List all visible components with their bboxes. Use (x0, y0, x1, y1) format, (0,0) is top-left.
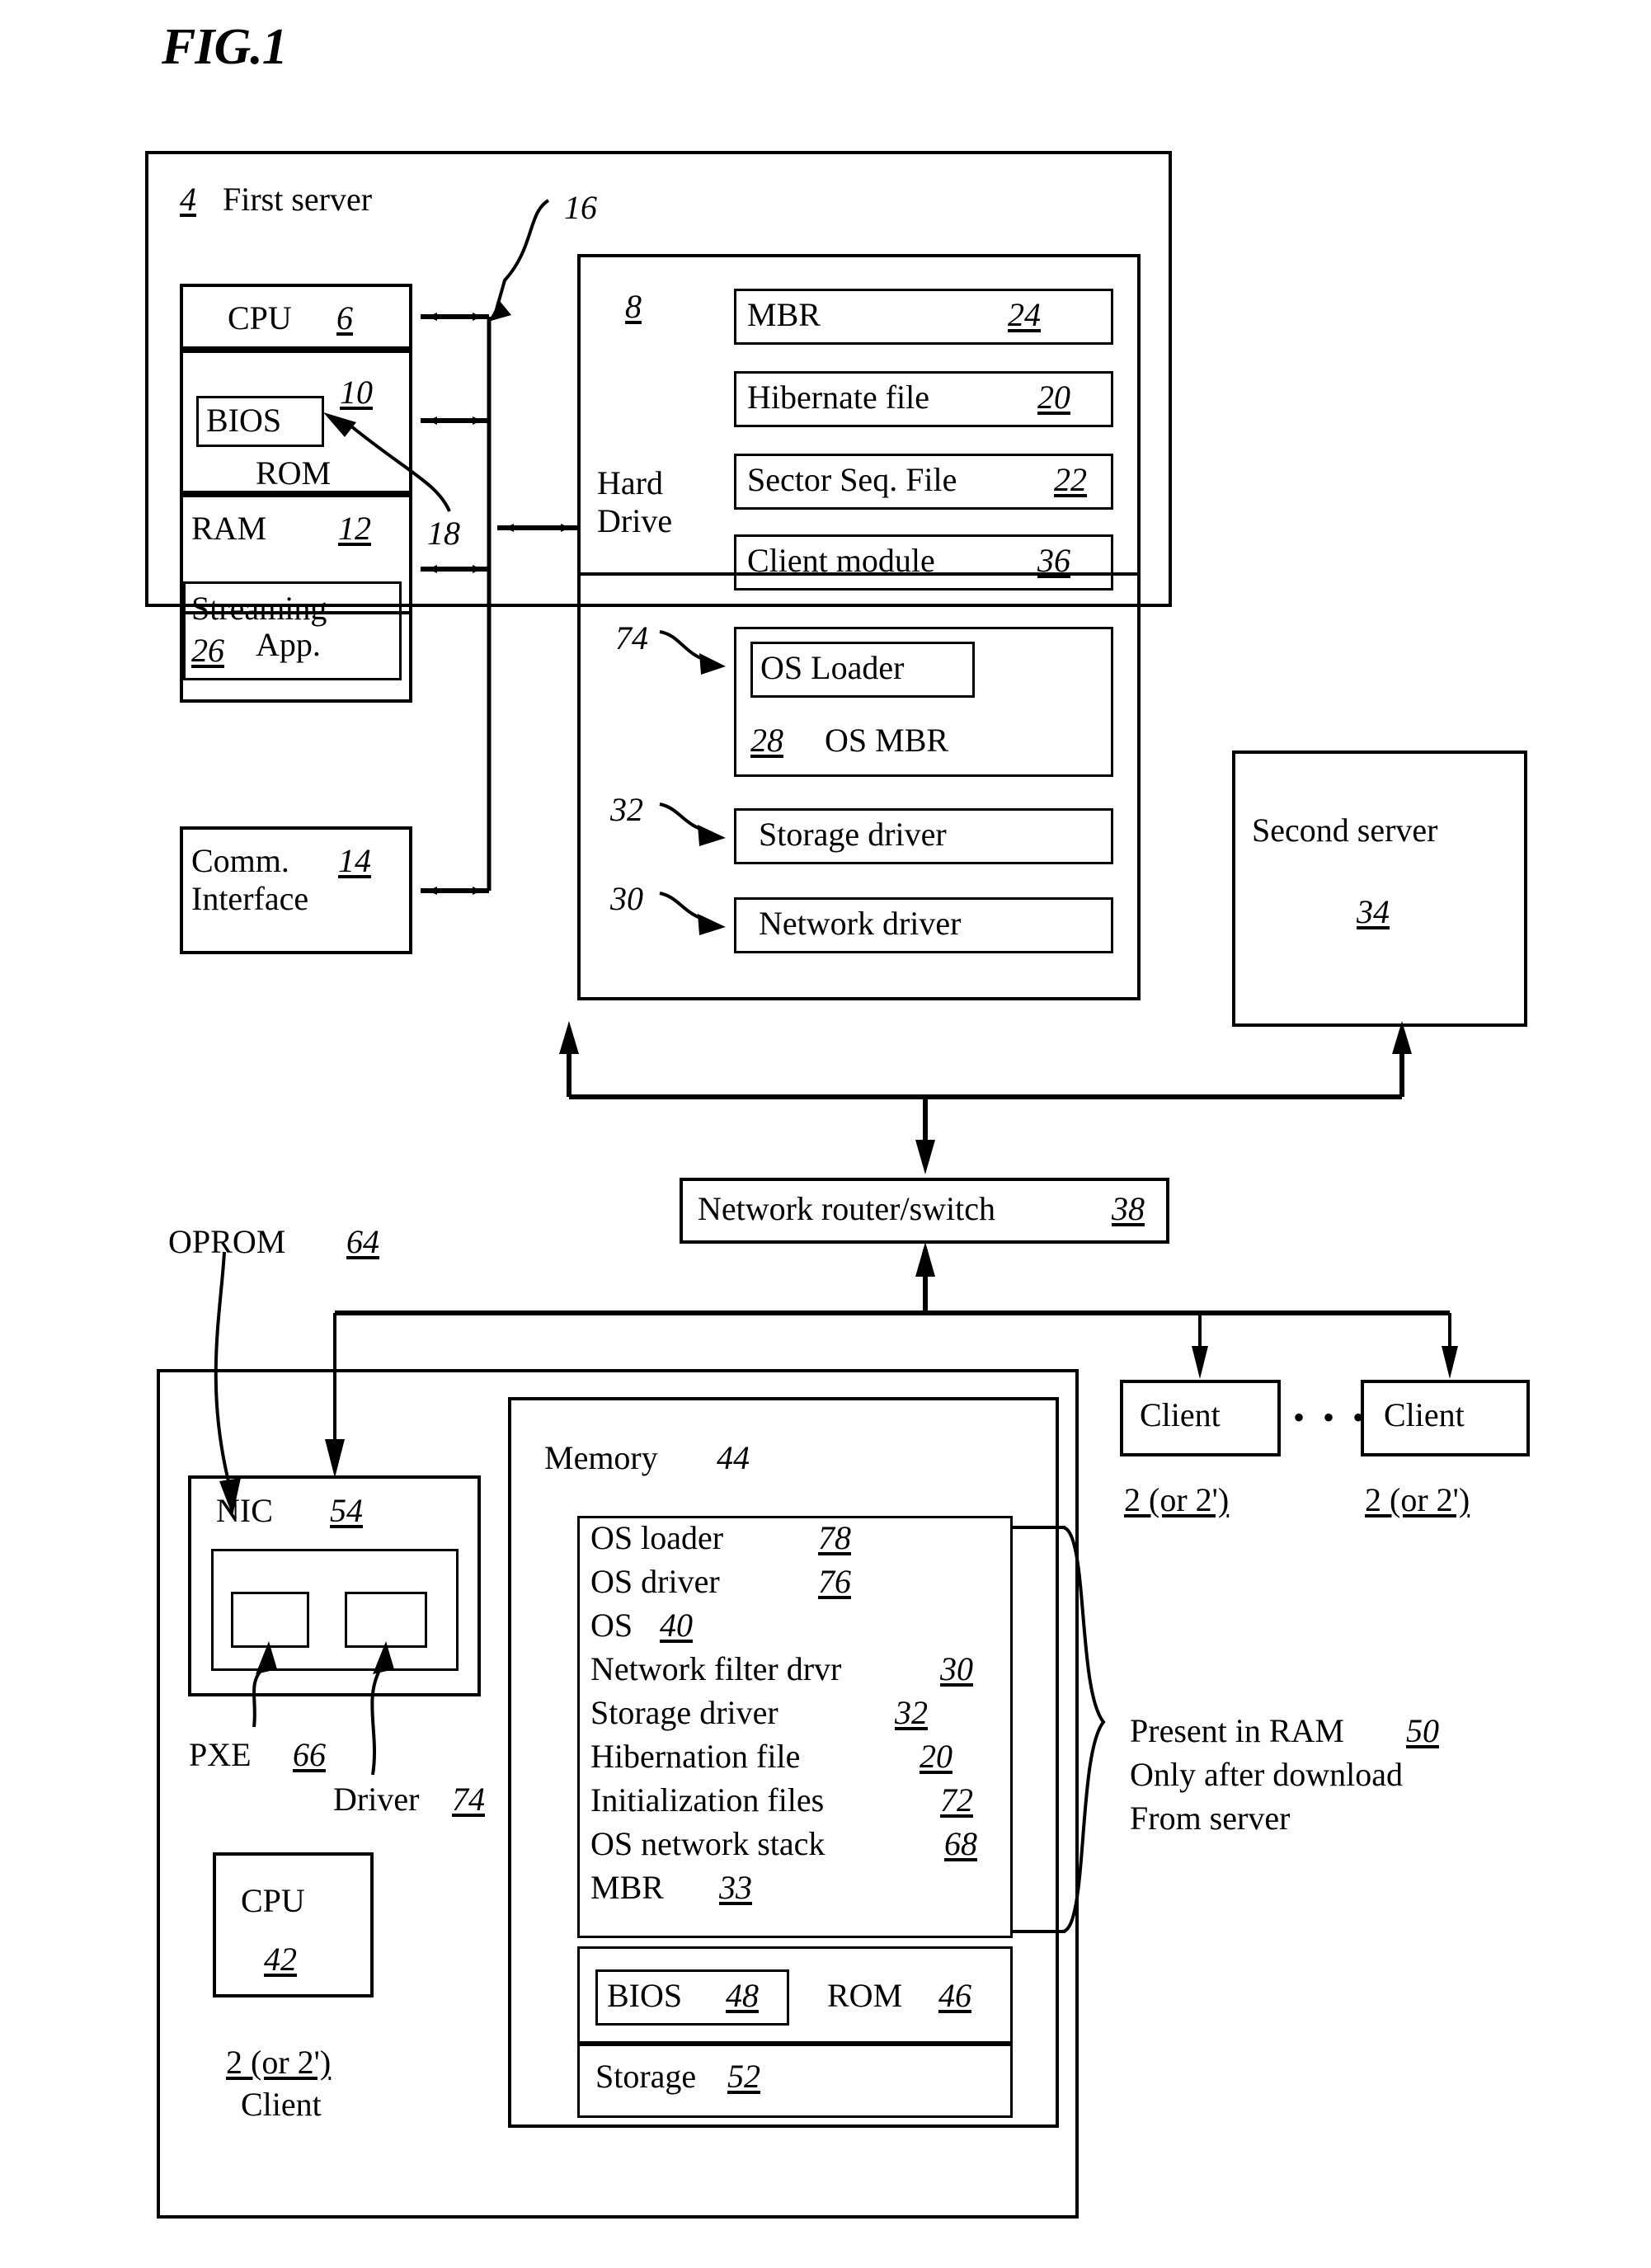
cpu-ref: 6 (336, 299, 353, 336)
client-2-drop-arrowhead (1442, 1346, 1458, 1379)
comm-interface-label-line1: Comm. (191, 842, 289, 879)
hd-item-ref: 22 (1054, 461, 1087, 498)
comm-interface-label-line2: Interface (191, 880, 309, 917)
router-down-arrowhead (915, 1140, 935, 1174)
second-server-label: Second server (1252, 812, 1438, 849)
bus-ref-16: 16 (564, 189, 597, 226)
client-box-2-label: Client (1384, 1396, 1465, 1433)
client-storage-label: Storage (595, 2058, 697, 2095)
oprom-label: OPROM (168, 1223, 286, 1260)
ram-item-ref: 30 (940, 1650, 973, 1687)
hd-item-ref: 36 (1037, 542, 1070, 579)
ram-item-label: Network filter drvr (590, 1650, 842, 1687)
client-1-drop-arrowhead (1192, 1346, 1208, 1379)
ram-annotation-line3: From server (1130, 1800, 1291, 1837)
cpu-label: CPU (228, 299, 292, 336)
nic-pxe-slot (231, 1592, 309, 1648)
ram-item-ref: 72 (940, 1781, 973, 1819)
memory-ref: 44 (717, 1439, 750, 1476)
memory-label: Memory (544, 1439, 658, 1476)
driver-label: Driver (333, 1781, 420, 1818)
nic-label: NIC (216, 1492, 273, 1529)
ram-item-ref: 76 (818, 1563, 851, 1600)
network-router-ref: 38 (1112, 1190, 1145, 1227)
client-main-label: Client (241, 2086, 322, 2123)
hd-item-label: Client module (747, 542, 935, 579)
ram-item-ref: 78 (818, 1519, 851, 1556)
hd-item-ref: 24 (1008, 296, 1041, 333)
hard-drive-label-line2: Drive (597, 502, 673, 539)
ram-item-label: OS network stack (590, 1825, 826, 1862)
hard-drive-ref: 8 (625, 288, 642, 325)
pxe-label: PXE (189, 1736, 252, 1773)
hard-drive-label-line1: Hard (597, 464, 663, 501)
ram-item-label: OS loader (590, 1519, 724, 1556)
client-box-1-label: Client (1140, 1396, 1221, 1433)
hd-item-ref: 20 (1037, 379, 1070, 416)
first-server-ref: 4 (180, 180, 196, 219)
nic-driver-slot (345, 1592, 427, 1648)
client-2-ref-number: 2 (or 2') (1365, 1481, 1470, 1518)
hd-item-label: Hibernate file (747, 379, 929, 416)
ram-item-ref: 40 (660, 1607, 693, 1644)
client-bios-label: BIOS (607, 1977, 683, 2014)
os-mbr-label: OS MBR (825, 722, 949, 759)
first-server-ref-number: 4 (180, 181, 196, 218)
os-loader-callout-ref: 74 (615, 619, 648, 656)
comm-interface-ref: 14 (338, 842, 371, 879)
cpu-box (180, 284, 412, 350)
hd-item-label: MBR (747, 296, 821, 333)
client-box-1-ref: 2 (or 2') (1124, 1480, 1229, 1519)
nic-ref: 54 (330, 1492, 363, 1529)
hd-storage-driver-label: Storage driver (759, 816, 947, 853)
hd-network-driver-label: Network driver (759, 905, 962, 942)
bus-ref-18: 18 (427, 515, 460, 552)
ram-item-label: Initialization files (590, 1781, 825, 1819)
os-mbr-ref: 28 (750, 722, 783, 759)
ram-item-label: Storage driver (590, 1694, 778, 1731)
os-loader-label: OS Loader (760, 649, 905, 686)
client-main-ref-number: 2 (or 2') (226, 2044, 332, 2081)
ram-item-label: MBR (590, 1869, 664, 1906)
ram-item-ref: 68 (944, 1825, 977, 1862)
rom-label: ROM (256, 454, 332, 492)
client-1-ref-number: 2 (or 2') (1124, 1481, 1230, 1518)
hd-storage-driver-callout-ref: 32 (610, 791, 643, 828)
hd-network-driver-callout-ref: 30 (610, 880, 643, 917)
ram-item-ref: 32 (895, 1694, 928, 1731)
clients-ellipsis: • • • (1293, 1399, 1370, 1436)
driver-ref: 74 (452, 1781, 485, 1818)
router-up-arrowhead (915, 1242, 935, 1277)
first-server-network-arrowhead (559, 1021, 579, 1054)
client-cpu-label: CPU (241, 1882, 305, 1919)
ram-item-label: OS (590, 1607, 633, 1644)
client-box-2-ref: 2 (or 2') (1365, 1480, 1470, 1519)
network-router-label: Network router/switch (698, 1190, 996, 1227)
pxe-ref: 66 (293, 1736, 326, 1773)
ram-annotation-ref: 50 (1406, 1712, 1439, 1749)
client-storage-ref: 52 (727, 2058, 760, 2095)
bios-label: BIOS (206, 402, 282, 439)
first-server-label: First server (223, 181, 373, 218)
ram-item-label: OS driver (590, 1563, 720, 1600)
ram-outer-box (180, 494, 412, 703)
ram-annotation-line1: Present in RAM (1130, 1712, 1344, 1749)
ram-item-label: Hibernation file (590, 1738, 801, 1775)
rom-ref: 10 (340, 374, 373, 411)
client-rom-ref: 46 (938, 1977, 971, 2014)
oprom-ref: 64 (346, 1223, 379, 1260)
second-server-ref: 34 (1357, 893, 1390, 930)
hd-item-label: Sector Seq. File (747, 461, 957, 498)
ram-item-ref: 33 (719, 1869, 752, 1906)
client-rom-label: ROM (827, 1977, 903, 2014)
figure-title: FIG.1 (162, 19, 288, 75)
client-main-ref: 2 (or 2') (226, 2043, 331, 2082)
client-bios-ref: 48 (726, 1977, 759, 2014)
second-server-box (1232, 751, 1527, 1027)
ram-item-ref: 20 (920, 1738, 952, 1775)
ram-annotation-line2: Only after download (1130, 1756, 1404, 1793)
client-cpu-ref: 42 (264, 1941, 297, 1978)
